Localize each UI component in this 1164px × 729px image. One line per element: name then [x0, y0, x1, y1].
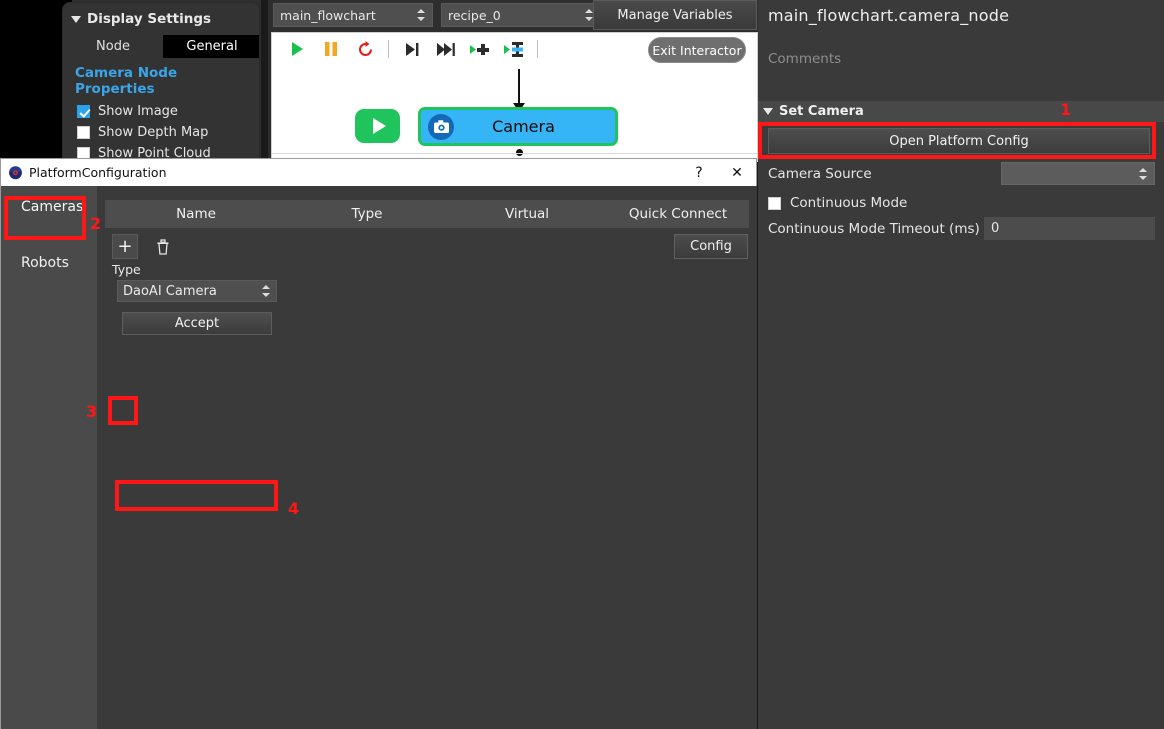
camera-icon [428, 113, 454, 140]
tab-node[interactable]: Node [63, 35, 163, 58]
type-select-value: DaoAI Camera [123, 283, 217, 299]
chevron-updown-icon [417, 8, 426, 22]
panel-divider [261, 0, 268, 162]
accept-label: Accept [174, 316, 220, 331]
highlight-step-4 [115, 480, 278, 511]
checkbox-show-image-label: Show Image [98, 104, 178, 119]
flowchart-select[interactable]: main_flowchart [273, 3, 433, 27]
sidebar-item-robots[interactable]: Robots [1, 242, 97, 284]
dialog-titlebar[interactable]: PlatformConfiguration ? ✕ [1, 159, 756, 186]
camera-node-properties-title: Camera Node Properties [75, 65, 178, 97]
continuous-timeout-label: Continuous Mode Timeout (ms) [768, 221, 980, 237]
checkbox-show-depth-map[interactable] [77, 126, 90, 139]
toolbar-separator [388, 40, 389, 58]
set-camera-section-header[interactable]: Set Camera [758, 101, 1164, 122]
play-icon [372, 118, 386, 134]
step-number-1: 1 [1060, 100, 1072, 119]
recipe-select-value: recipe_0 [448, 7, 501, 23]
display-settings-header[interactable]: Display Settings [63, 9, 259, 33]
checkbox-continuous-mode[interactable] [768, 196, 781, 210]
dialog-body: Name Type Virtual Quick Connect + Type D… [97, 186, 757, 729]
chevron-down-icon [71, 15, 81, 23]
toolbar-separator [537, 40, 538, 58]
comments-placeholder: Comments [768, 51, 842, 67]
highlight-step-3 [108, 396, 138, 425]
continuous-mode-row[interactable]: Continuous Mode [758, 192, 1164, 214]
chevron-updown-icon [1139, 167, 1148, 181]
checkbox-show-depth-map-label: Show Depth Map [98, 125, 209, 140]
page-title: main_flowchart.camera_node [768, 6, 1010, 25]
app-root: Display Settings Node General Camera Nod… [0, 0, 1164, 729]
display-settings-title: Display Settings [87, 11, 212, 27]
continuous-timeout-value: 0 [991, 221, 1000, 236]
step-forward-icon[interactable] [429, 34, 463, 64]
accept-button[interactable]: Accept [122, 312, 272, 335]
config-label: Config [690, 239, 732, 254]
help-button[interactable]: ? [680, 159, 718, 186]
canvas-divider [272, 153, 757, 154]
cameras-table-header: Name Type Virtual Quick Connect [105, 200, 749, 228]
platform-configuration-dialog: PlatformConfiguration ? ✕ Cameras Robots… [0, 158, 757, 729]
run-to-node-icon[interactable] [463, 34, 497, 64]
display-settings-tabs: Node General [63, 35, 259, 58]
camera-source-label: Camera Source [768, 166, 872, 182]
camera-source-select[interactable] [1001, 162, 1155, 185]
flowchart-select-value: main_flowchart [280, 7, 376, 23]
step-number-3: 3 [86, 402, 98, 421]
continuous-mode-label: Continuous Mode [790, 195, 908, 211]
run-to-breakpoint-icon[interactable] [497, 34, 531, 64]
config-button[interactable]: Config [674, 234, 748, 259]
checkbox-show-image[interactable] [77, 105, 90, 118]
tab-general-label: General [186, 39, 238, 54]
flowchart-canvas: Exit Interactor Camera [271, 32, 758, 162]
chevron-down-icon [763, 108, 773, 115]
continuous-timeout-input[interactable]: 0 [984, 217, 1155, 240]
recipe-select[interactable]: recipe_0 [441, 3, 601, 27]
reset-icon[interactable] [348, 34, 382, 64]
step-number-4: 4 [288, 499, 300, 518]
play-icon[interactable] [280, 34, 314, 64]
close-icon[interactable]: ✕ [718, 159, 756, 186]
manage-variables-button[interactable]: Manage Variables [593, 0, 757, 30]
node-run-button[interactable] [355, 109, 400, 143]
checkbox-row-show-depth-map[interactable]: Show Depth Map [63, 122, 259, 143]
tab-general[interactable]: General [163, 35, 259, 58]
highlight-step-1 [758, 122, 1156, 159]
pause-icon[interactable] [314, 34, 348, 64]
chevron-updown-icon [262, 284, 271, 298]
exit-interactor-label: Exit Interactor [652, 42, 742, 58]
dialog-title: PlatformConfiguration [29, 165, 167, 180]
column-header-type: Type [351, 206, 383, 222]
type-select[interactable]: DaoAI Camera [117, 280, 277, 302]
step-over-icon[interactable] [395, 34, 429, 64]
display-settings-panel: Display Settings Node General Camera Nod… [62, 2, 260, 160]
tab-node-label: Node [96, 39, 130, 54]
checkbox-row-show-image[interactable]: Show Image [63, 101, 259, 122]
properties-panel: main_flowchart.camera_node Comments Set … [758, 0, 1164, 729]
add-camera-button[interactable]: + [112, 234, 138, 259]
exit-interactor-button[interactable]: Exit Interactor [648, 37, 746, 63]
flow-connector-line [518, 69, 520, 105]
manage-variables-label: Manage Variables [617, 7, 733, 23]
step-number-2: 2 [90, 214, 102, 233]
sidebar-item-robots-label: Robots [21, 255, 69, 271]
highlight-step-2 [4, 196, 86, 240]
column-header-quick-connect: Quick Connect [628, 206, 728, 222]
column-header-name: Name [176, 206, 216, 222]
platform-logo-icon [8, 165, 23, 180]
dialog-sidebar: Cameras Robots [1, 186, 97, 729]
type-label: Type [112, 262, 141, 277]
add-camera-label: + [117, 235, 133, 257]
set-camera-section-label: Set Camera [779, 104, 864, 119]
column-header-virtual: Virtual [504, 206, 550, 222]
flowchart-node-camera[interactable]: Camera [418, 107, 618, 146]
trash-icon[interactable] [151, 234, 175, 259]
flowchart-node-label: Camera [492, 117, 555, 136]
